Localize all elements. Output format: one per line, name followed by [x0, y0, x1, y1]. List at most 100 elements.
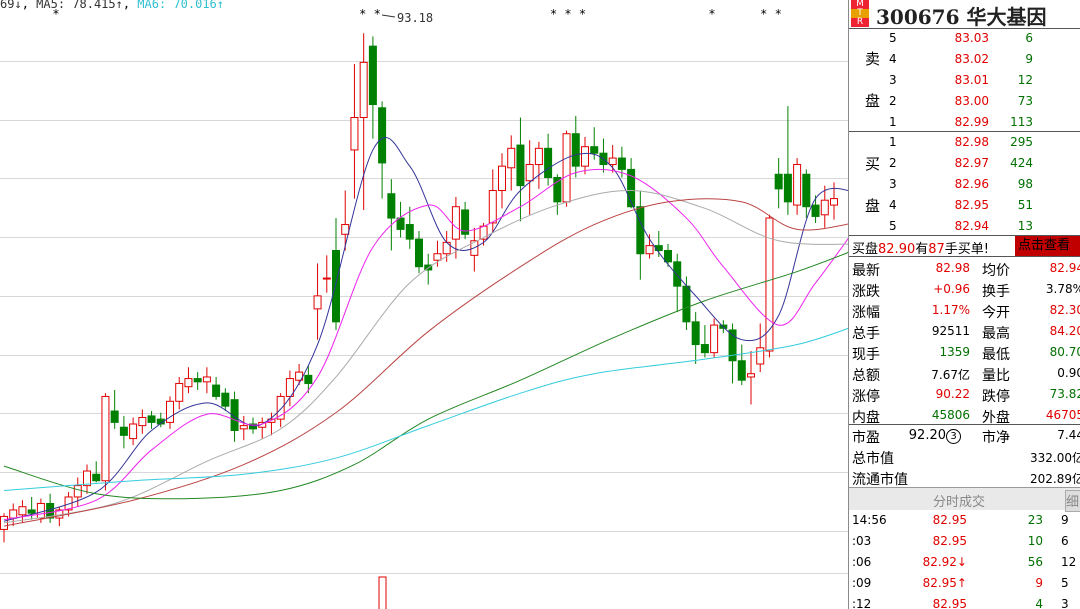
candle-body-up — [534, 147, 543, 166]
stat-row: 涨跌 +0.96 换手 3.78% — [852, 279, 1080, 300]
trade-volume: 10 — [1027, 534, 1043, 548]
buy-level-row[interactable]: 5 82.94 13 — [849, 216, 1080, 237]
level-index: 5 — [889, 219, 897, 233]
ma-slow-line — [3, 252, 848, 500]
level-price: 82.94 — [954, 219, 989, 233]
level-index: 2 — [889, 156, 897, 170]
candle-body-down — [682, 285, 691, 323]
sell-level-row[interactable]: 3 83.01 12 — [849, 70, 1080, 91]
level-volume: 13 — [1017, 219, 1033, 233]
trade-price: 82.95 — [932, 513, 967, 527]
stock-header: M T R 300676 华大基因 — [849, 0, 1080, 29]
level-price: 83.02 — [954, 52, 989, 66]
candle-body-up — [793, 164, 802, 206]
candle-body-down — [212, 384, 221, 397]
candle-body-down — [571, 133, 580, 167]
event-star-marker: * — [708, 7, 715, 21]
trade-row: :03 82.95 10 6 — [849, 530, 1080, 552]
buy-level-row[interactable]: 2 82.97 424 — [849, 153, 1080, 174]
candle-body-up — [451, 206, 460, 240]
sell-level-row[interactable]: 5 83.03 6 — [849, 28, 1080, 49]
candle-body-down — [221, 392, 230, 407]
stat-row: 内盘45806外盘46705 — [852, 405, 1080, 426]
stat-row: 总额 7.67亿量比 0.90 — [852, 363, 1080, 384]
divider — [849, 256, 1080, 257]
candle-body-down — [617, 157, 626, 170]
buy-level-row[interactable]: 4 82.95 51 — [849, 195, 1080, 216]
candle-body-up — [498, 165, 506, 191]
volume-bar — [378, 576, 387, 609]
ma-legend-item: 69↓ — [0, 0, 22, 11]
stat-label: 涨停 — [852, 389, 880, 405]
candle-body-down — [110, 410, 119, 423]
stat-value: 82.30 — [1049, 303, 1080, 317]
stat-value: 0.90 — [1057, 366, 1080, 380]
stat-label: 均价 — [982, 263, 1010, 279]
trade-time: :09 — [852, 576, 872, 590]
event-star-marker: * * * — [550, 7, 586, 21]
candle-body-down — [387, 193, 396, 219]
trade-price: 82.92↓ — [922, 555, 967, 569]
buy-level-row[interactable]: 3 82.96 98 — [849, 174, 1080, 195]
candle-body-up — [73, 485, 82, 498]
pe-circle-badge: 3 — [946, 429, 961, 444]
stat-value: 92511 — [931, 324, 970, 338]
candle-body-down — [737, 360, 746, 381]
level-volume: 113 — [1010, 115, 1033, 129]
trade-price: 82.95 — [932, 534, 967, 548]
sell-level-row[interactable]: 2 83.00 73 — [849, 91, 1080, 112]
stat-label: 总手 — [852, 326, 880, 342]
kline-chart[interactable]: 93.18 * * * * * * * * * 69↓, MA5: 78.415↑, MA… — [0, 0, 848, 609]
candle-body-up — [202, 376, 211, 383]
candle-body-up — [101, 395, 110, 482]
trade-row: :09 82.95↑ 9 5 — [849, 572, 1080, 594]
candle-body-up — [830, 198, 838, 206]
candle-body-up — [525, 164, 534, 182]
level-volume: 295 — [1010, 135, 1033, 149]
sell-level-row[interactable]: 1 82.99 113 — [849, 112, 1080, 133]
level-price: 83.01 — [954, 73, 989, 87]
candle-body-up — [747, 373, 755, 378]
stat-row: 涨幅 1.17% 今开 82.30 — [852, 300, 1080, 321]
notice-qty: 87 — [928, 242, 945, 257]
notice-text: 买盘 — [852, 242, 879, 257]
trade-row: 14:56 82.95 23 9 — [849, 509, 1080, 531]
total-cap-row: 总市值 332.00亿 — [852, 446, 1080, 467]
buy-level-row[interactable]: 1 82.98 295 — [849, 132, 1080, 153]
level-index: 1 — [889, 135, 897, 149]
tab-time-sales[interactable]: 分时成交 — [933, 491, 985, 510]
trade-volume: 9 — [1035, 576, 1043, 590]
trades-tabbar: 分时成交 细 — [849, 487, 1080, 512]
candle-body-up — [9, 509, 18, 519]
candle-body-up — [129, 423, 138, 440]
event-star-marker: * * — [760, 7, 782, 21]
stat-label: 涨幅 — [852, 305, 880, 321]
mtr-logo-icon[interactable]: M T R — [851, 0, 869, 27]
level-price: 82.98 — [954, 135, 989, 149]
candle-body-down — [664, 249, 672, 263]
stat-label: 今开 — [982, 305, 1010, 321]
candle-body-down — [516, 144, 525, 187]
stat-value: 1359 — [939, 345, 970, 359]
peak-price-label: 93.18 — [397, 11, 433, 25]
candle-body-up — [175, 382, 184, 402]
candle-body-down — [396, 217, 405, 230]
level-index: 5 — [889, 31, 897, 45]
level-volume: 12 — [1017, 73, 1033, 87]
view-details-button[interactable]: 点击查看 — [1015, 236, 1080, 256]
candle-body-down — [415, 238, 423, 268]
stat-label: 总额 — [852, 368, 880, 384]
trade-volume: 23 — [1027, 513, 1043, 527]
stat-value: 90.22 — [935, 387, 970, 401]
pe-value: 92.20 — [908, 428, 946, 443]
candle-body-down — [27, 509, 36, 514]
trade-price: 82.95↑ — [922, 576, 967, 590]
level-index: 2 — [889, 94, 897, 108]
trade-volume: 4 — [1035, 597, 1043, 609]
level-volume: 73 — [1017, 94, 1033, 108]
candle-body-up — [433, 253, 442, 261]
sell-level-row[interactable]: 4 83.02 9 — [849, 49, 1080, 70]
candle-body-up — [645, 245, 654, 255]
stat-label: 最高 — [982, 326, 1010, 342]
level-index: 3 — [889, 177, 897, 191]
